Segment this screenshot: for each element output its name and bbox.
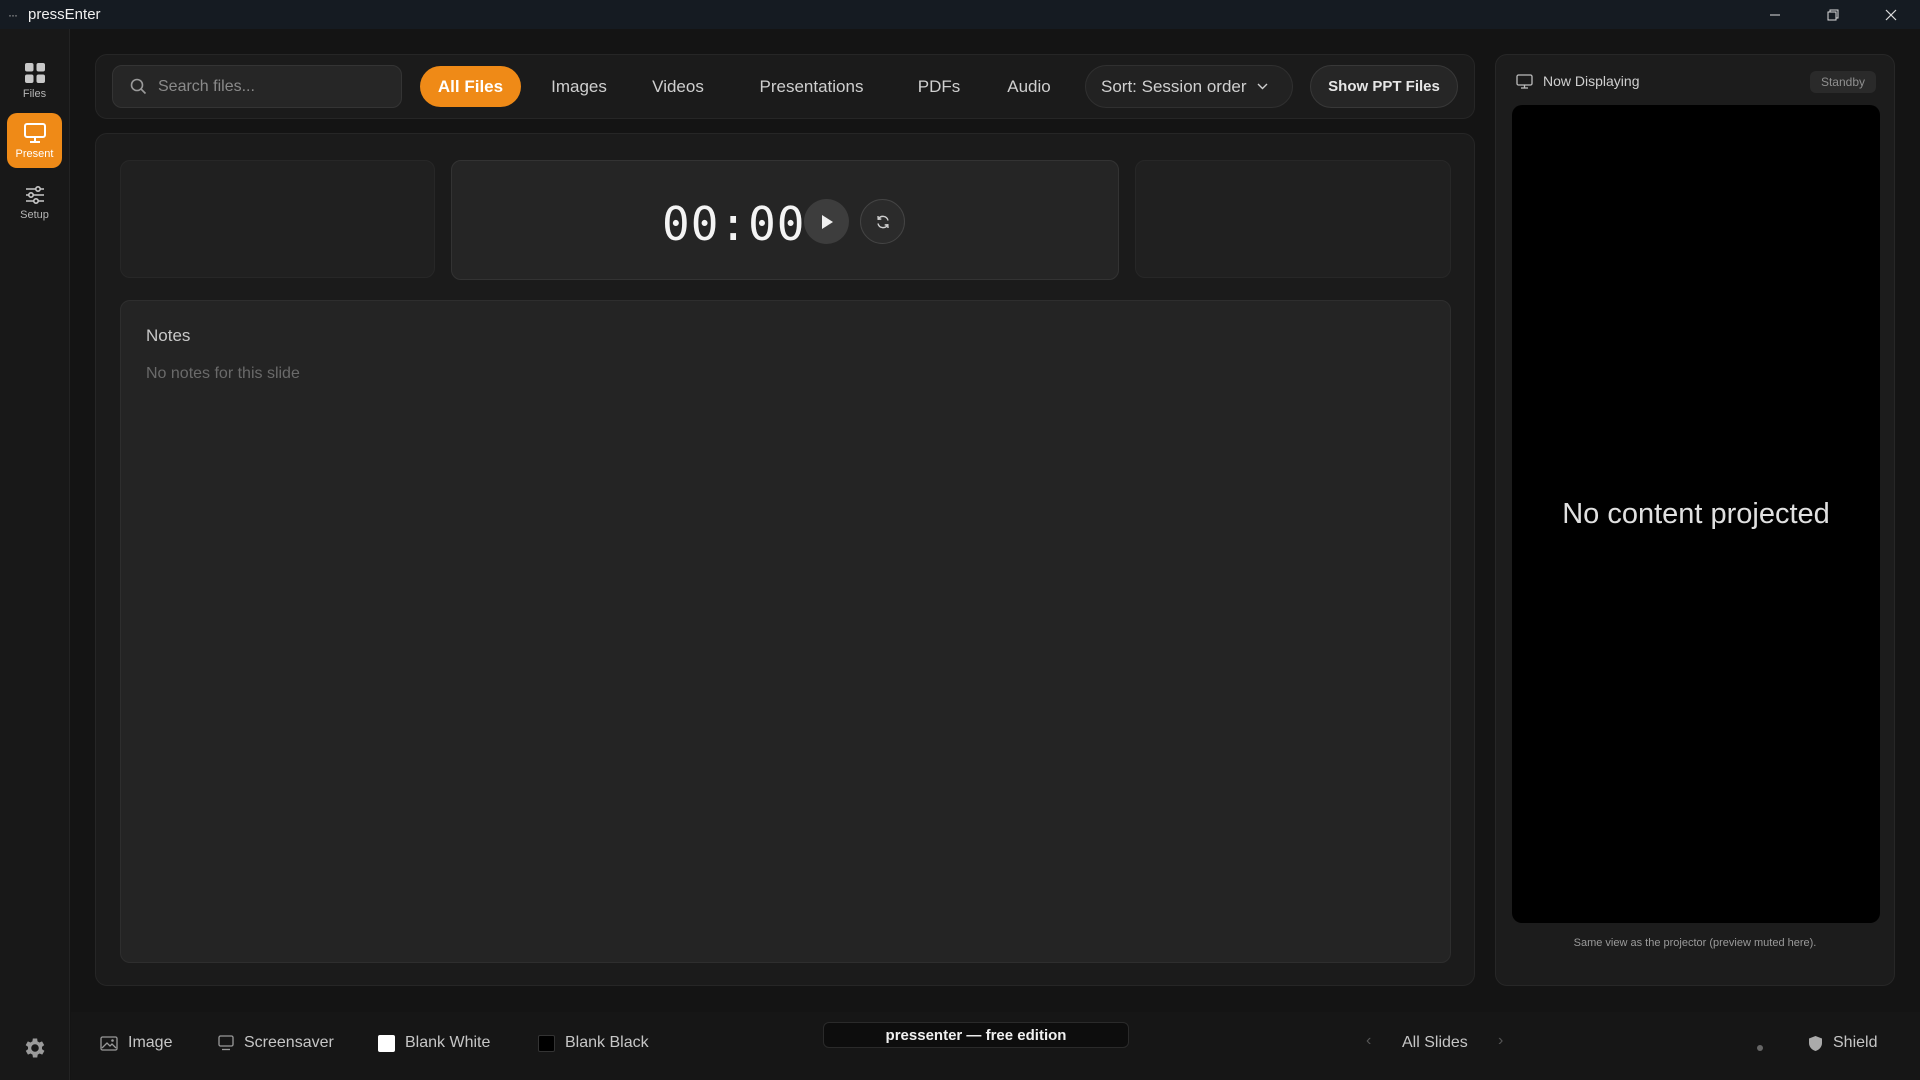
restore-button[interactable] xyxy=(1804,0,1862,29)
slides-selector[interactable]: All Slides xyxy=(1402,1034,1468,1052)
sort-dropdown[interactable]: Sort: Session order xyxy=(1085,65,1293,108)
close-icon xyxy=(1885,9,1897,20)
next-slide-card xyxy=(1135,160,1451,278)
white-square-icon xyxy=(378,1034,395,1052)
minimize-icon xyxy=(1770,14,1780,15)
rail-item-label: Files xyxy=(22,87,47,100)
bottom-bar: Image Screensaver Blank White Blank Blac… xyxy=(71,1012,1920,1080)
left-rail: Files Present Setup xyxy=(0,29,70,1080)
screensaver-label: Screensaver xyxy=(244,1034,334,1051)
monitor-icon xyxy=(23,122,46,143)
app-menu-button[interactable]: ··· xyxy=(8,8,24,22)
preview-header: Now Displaying xyxy=(1516,73,1639,89)
tab-presentations[interactable]: Presentations xyxy=(736,66,887,107)
shield-icon xyxy=(1809,1035,1822,1051)
tab-pdfs[interactable]: PDFs xyxy=(899,66,979,107)
app-title: pressEnter xyxy=(28,6,101,23)
screensaver-button[interactable]: Screensaver xyxy=(218,1034,334,1052)
rail-item-present[interactable]: Present xyxy=(7,113,62,168)
restore-icon xyxy=(1827,9,1839,20)
previous-slide-button[interactable]: ‹ xyxy=(1366,1032,1371,1050)
tab-videos[interactable]: Videos xyxy=(633,66,723,107)
shield-button[interactable]: Shield xyxy=(1808,1034,1877,1052)
file-toolbar: All Files Images Videos Presentations PD… xyxy=(95,54,1475,119)
image-mode-label: Image xyxy=(128,1034,173,1051)
connection-indicator xyxy=(1757,1045,1763,1051)
blank-white-label: Blank White xyxy=(405,1034,491,1051)
monitor-icon xyxy=(218,1035,234,1051)
timer-card: 00:00 xyxy=(451,160,1119,280)
close-button[interactable] xyxy=(1862,0,1920,29)
shield-label: Shield xyxy=(1833,1034,1878,1051)
notes-title: Notes xyxy=(146,326,191,345)
blank-black-label: Blank Black xyxy=(565,1034,649,1051)
gear-icon xyxy=(25,1038,45,1058)
timer-play-button[interactable] xyxy=(804,199,849,244)
tab-all-files[interactable]: All Files xyxy=(420,66,521,107)
presenter-panel: 00:00 Notes No notes for this slide xyxy=(95,133,1475,986)
sliders-icon xyxy=(25,185,44,204)
status-badge: Standby xyxy=(1809,71,1876,93)
blank-white-button[interactable]: Blank White xyxy=(378,1034,490,1052)
preview-title: Now Displaying xyxy=(1543,73,1640,89)
search-icon xyxy=(130,78,147,95)
rail-item-files[interactable]: Files xyxy=(7,53,62,108)
title-bar: ··· pressEnter xyxy=(0,0,1920,29)
notes-empty-text: No notes for this slide xyxy=(146,365,300,382)
preview-empty-text: No content projected xyxy=(1562,497,1830,530)
settings-button[interactable] xyxy=(22,1035,48,1061)
grid-icon xyxy=(24,62,45,83)
play-icon xyxy=(821,214,833,229)
now-displaying-panel: Now Displaying Standby No content projec… xyxy=(1495,54,1895,986)
edition-badge: pressenter — free edition xyxy=(823,1022,1129,1048)
rail-item-setup[interactable]: Setup xyxy=(7,175,62,230)
black-square-icon xyxy=(538,1034,555,1052)
previous-slide-card xyxy=(120,160,435,278)
rail-item-label: Present xyxy=(15,147,54,160)
rail-item-label: Setup xyxy=(20,208,49,221)
refresh-icon xyxy=(876,215,889,228)
next-slide-button[interactable]: › xyxy=(1498,1032,1503,1050)
monitor-icon xyxy=(1516,73,1533,89)
timer-display: 00:00 xyxy=(662,197,806,251)
notes-card: Notes No notes for this slide xyxy=(120,300,1451,963)
chevron-down-icon xyxy=(1257,83,1268,90)
show-ppt-files-button[interactable]: Show PPT Files xyxy=(1310,65,1458,108)
preview-caption: Same view as the projector (preview mute… xyxy=(1573,937,1817,949)
minimize-button[interactable] xyxy=(1746,0,1804,29)
tab-audio[interactable]: Audio xyxy=(989,66,1069,107)
timer-reset-button[interactable] xyxy=(860,199,905,244)
search-input[interactable] xyxy=(158,77,388,96)
image-mode-button[interactable]: Image xyxy=(100,1034,172,1052)
search-box[interactable] xyxy=(112,65,402,108)
tab-images[interactable]: Images xyxy=(533,66,625,107)
blank-black-button[interactable]: Blank Black xyxy=(538,1034,649,1052)
window-controls xyxy=(1746,0,1920,29)
image-icon xyxy=(100,1035,118,1051)
sort-label: Sort: Session order xyxy=(1101,76,1247,96)
slides-label: All Slides xyxy=(1402,1034,1468,1051)
projector-preview: No content projected xyxy=(1512,105,1880,923)
